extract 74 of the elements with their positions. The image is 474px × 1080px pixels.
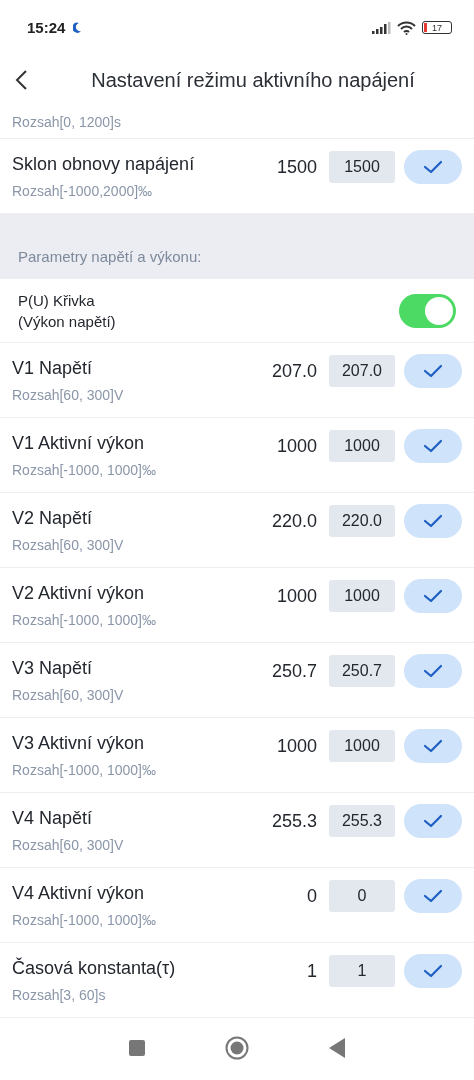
current-value: 255.3 <box>271 810 317 832</box>
check-icon <box>423 889 443 903</box>
value-input[interactable]: 1000 <box>329 580 395 612</box>
value-input[interactable]: 220.0 <box>329 505 395 537</box>
check-icon <box>423 514 443 528</box>
setting-label: Časová konstanta(τ) <box>12 957 177 979</box>
current-value: 1 <box>307 960 317 982</box>
check-icon <box>423 739 443 753</box>
setting-label: V4 Aktivní výkon <box>12 882 146 904</box>
setting-label: V1 Aktivní výkon <box>12 432 146 454</box>
confirm-button[interactable] <box>404 354 462 388</box>
range-hint: Rozsah[60, 300]V <box>12 386 125 403</box>
range-hint: Rozsah[-1000,2000]‰ <box>12 182 154 199</box>
value-input[interactable]: 0 <box>329 880 395 912</box>
wifi-icon <box>397 20 416 35</box>
range-hint: Rozsah[3, 60]s <box>12 986 107 1003</box>
confirm-button[interactable] <box>404 504 462 538</box>
range-hint: Rozsah[-1000, 1000]‰ <box>12 461 157 478</box>
check-icon <box>423 589 443 603</box>
signal-icon <box>372 21 391 34</box>
moon-icon <box>73 22 83 33</box>
back-icon[interactable] <box>14 69 30 91</box>
current-value: 0 <box>307 885 317 907</box>
recents-icon[interactable] <box>129 1039 145 1056</box>
check-icon <box>423 964 443 978</box>
page-title: Nastavení režimu aktivního napájení <box>90 68 416 92</box>
toggle-switch[interactable] <box>399 293 456 328</box>
confirm-button[interactable] <box>404 954 462 988</box>
confirm-button[interactable] <box>404 804 462 838</box>
toggle-label: P(U) Křivka (Výkon napětí) <box>18 290 117 332</box>
setting-label: V2 Napětí <box>12 507 94 529</box>
setting-label: V1 Napětí <box>12 357 94 379</box>
setting-label: Sklon obnovy napájení <box>12 153 196 175</box>
value-input[interactable]: 255.3 <box>329 805 395 837</box>
confirm-button[interactable] <box>404 654 462 688</box>
current-value: 1000 <box>276 735 317 757</box>
range-hint: Rozsah[60, 300]V <box>12 536 125 553</box>
range-hint: Rozsah[60, 300]V <box>12 686 125 703</box>
status-time: 15:24 <box>27 19 66 36</box>
check-icon <box>423 814 443 828</box>
current-value: 220.0 <box>271 510 317 532</box>
range-hint: Rozsah[-1000, 1000]‰ <box>12 911 157 928</box>
range-hint: Rozsah[0, 1200]s <box>12 114 121 130</box>
current-value: 1000 <box>276 435 317 457</box>
setting-label: V3 Napětí <box>12 657 94 679</box>
value-input[interactable]: 207.0 <box>329 355 395 387</box>
current-value: 1500 <box>276 156 317 178</box>
setting-label: V2 Aktivní výkon <box>12 582 146 604</box>
value-input[interactable]: 250.7 <box>329 655 395 687</box>
confirm-button[interactable] <box>404 150 462 184</box>
current-value: 250.7 <box>271 660 317 682</box>
confirm-button[interactable] <box>404 729 462 763</box>
value-input[interactable]: 1 <box>329 955 395 987</box>
current-value: 207.0 <box>271 360 317 382</box>
setting-label: V3 Aktivní výkon <box>12 732 146 754</box>
value-input[interactable]: 1500 <box>329 151 395 183</box>
check-icon <box>423 664 443 678</box>
current-value: 1000 <box>276 585 317 607</box>
value-input[interactable]: 1000 <box>329 430 395 462</box>
setting-label: V4 Napětí <box>12 807 94 829</box>
check-icon <box>423 439 443 453</box>
back-nav-icon[interactable] <box>329 1037 345 1058</box>
value-input[interactable]: 1000 <box>329 730 395 762</box>
check-icon <box>423 364 443 378</box>
battery-indicator: 17 <box>422 21 452 34</box>
confirm-button[interactable] <box>404 579 462 613</box>
section-title: Parametry napětí a výkonu: <box>18 248 202 265</box>
confirm-button[interactable] <box>404 879 462 913</box>
confirm-button[interactable] <box>404 429 462 463</box>
range-hint: Rozsah[-1000, 1000]‰ <box>12 761 157 778</box>
home-icon[interactable] <box>225 1035 249 1060</box>
check-icon <box>423 160 443 174</box>
range-hint: Rozsah[-1000, 1000]‰ <box>12 611 157 628</box>
range-hint: Rozsah[60, 300]V <box>12 836 125 853</box>
